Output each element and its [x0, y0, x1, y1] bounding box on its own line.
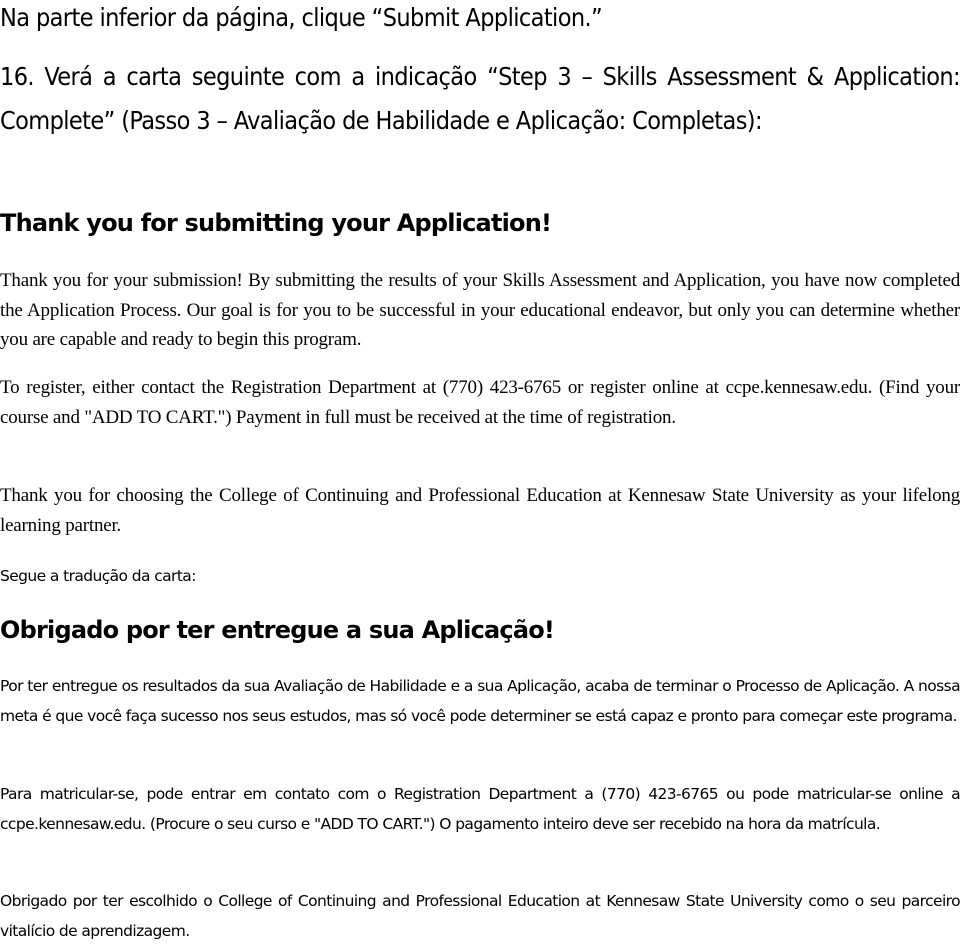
instruction-text: Na parte inferior da página, clique “Sub… [0, 3, 603, 32]
letter-heading-en: Thank you for submitting your Applicatio… [0, 209, 552, 237]
letter-heading-pt: Obrigado por ter entregue a sua Aplicaçã… [0, 616, 555, 644]
letter-pt-paragraph-1: Por ter entregue os resultados da sua Av… [0, 677, 960, 725]
letter-pt-paragraph-3: Obrigado por ter escolhido o College of … [0, 892, 960, 940]
letter-en-paragraph-1: Thank you for your submission! By submit… [0, 270, 960, 350]
letter-pt-paragraph-2: Para matricular-se, pode entrar em conta… [0, 785, 960, 833]
step-16-text: 16. Verá a carta seguinte com a indicaçã… [0, 62, 960, 135]
letter-en-paragraph-2: To register, either contact the Registra… [0, 377, 960, 428]
translation-label: Segue a tradução da carta: [0, 567, 196, 585]
letter-en-paragraph-3: Thank you for choosing the College of Co… [0, 485, 960, 536]
